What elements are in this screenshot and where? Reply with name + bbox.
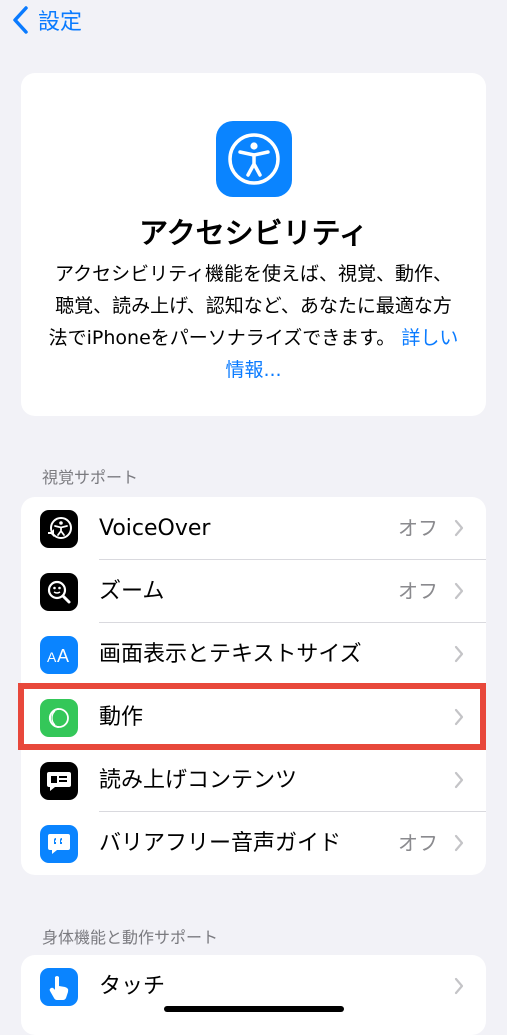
row-label: VoiceOver bbox=[99, 516, 211, 541]
zoom-icon bbox=[40, 573, 78, 611]
back-button[interactable]: 設定 bbox=[10, 4, 82, 36]
description: アクセシビリティ機能を使えば、視覚、動作、聴覚、読み上げ、認知など、あなたに最適… bbox=[47, 258, 460, 386]
back-label: 設定 bbox=[38, 10, 83, 35]
row-spoken-content[interactable]: 読み上げコンテンツ bbox=[21, 749, 486, 812]
chevron-right-icon bbox=[454, 977, 464, 995]
touch-icon bbox=[40, 968, 78, 1006]
row-voiceover[interactable]: VoiceOver オフ bbox=[21, 497, 486, 560]
navigation-bar: 設定 bbox=[0, 0, 507, 44]
svg-text:A: A bbox=[57, 646, 69, 666]
chevron-right-icon bbox=[454, 519, 464, 537]
audio-description-icon bbox=[40, 825, 78, 863]
row-display-text-size[interactable]: A A 画面表示とテキストサイズ bbox=[21, 623, 486, 686]
row-value: オフ bbox=[398, 579, 438, 603]
chevron-right-icon bbox=[454, 645, 464, 663]
section-header-physical: 身体機能と動作サポート bbox=[42, 928, 219, 947]
page-title: アクセシビリティ bbox=[139, 216, 368, 250]
vision-settings-group: VoiceOver オフ ズーム オフ A A 画面表示とテキストサイズ 動作 … bbox=[21, 497, 486, 875]
chevron-right-icon bbox=[454, 834, 464, 852]
motion-icon bbox=[40, 699, 78, 737]
chevron-left-icon bbox=[13, 6, 28, 34]
voiceover-icon bbox=[40, 510, 78, 548]
description-text: アクセシビリティ機能を使えば、視覚、動作、聴覚、読み上げ、認知など、あなたに最適… bbox=[48, 263, 452, 349]
row-label: 画面表示とテキストサイズ bbox=[99, 642, 362, 667]
accessibility-info-card: アクセシビリティ アクセシビリティ機能を使えば、視覚、動作、聴覚、読み上げ、認知… bbox=[21, 73, 486, 416]
spoken-content-icon bbox=[40, 762, 78, 800]
row-label: タッチ bbox=[99, 974, 166, 999]
text-size-icon: A A bbox=[40, 636, 78, 674]
svg-text:A: A bbox=[47, 649, 57, 665]
row-value: オフ bbox=[398, 831, 438, 855]
home-indicator bbox=[164, 1006, 344, 1012]
section-header-vision: 視覚サポート bbox=[42, 468, 139, 487]
row-value: オフ bbox=[398, 516, 438, 540]
row-label: 動作 bbox=[99, 705, 144, 730]
physical-settings-group: タッチ bbox=[21, 955, 486, 1035]
chevron-right-icon bbox=[454, 582, 464, 600]
row-zoom[interactable]: ズーム オフ bbox=[21, 560, 486, 623]
chevron-right-icon bbox=[454, 708, 464, 726]
row-motion[interactable]: 動作 bbox=[21, 686, 486, 749]
row-label: 読み上げコンテンツ bbox=[99, 768, 298, 793]
row-audio-descriptions[interactable]: バリアフリー音声ガイド オフ bbox=[21, 812, 486, 875]
accessibility-icon bbox=[216, 121, 292, 197]
row-label: バリアフリー音声ガイド bbox=[99, 831, 342, 856]
row-label: ズーム bbox=[99, 579, 165, 604]
chevron-right-icon bbox=[454, 771, 464, 789]
